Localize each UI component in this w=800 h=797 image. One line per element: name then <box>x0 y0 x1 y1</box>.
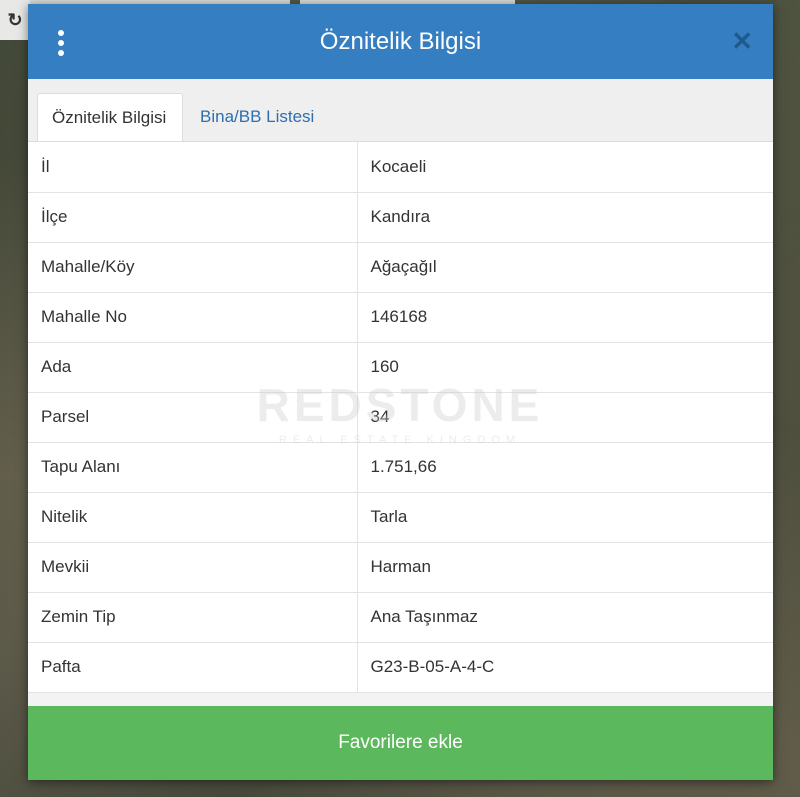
attribute-key: Mahalle/Köy <box>28 242 358 293</box>
attribute-value: Ağaçağıl <box>357 242 773 293</box>
attribute-table: İl Kocaeli İlçe Kandıra Mahalle/Köy Ağaçağıl M… <box>28 142 773 693</box>
attribute-key: İlçe <box>28 192 358 243</box>
tab-attribute-info[interactable]: Öznitelik Bilgisi <box>37 93 183 141</box>
attribute-key: Mevkii <box>28 542 358 593</box>
attribute-dialog: Öznitelik Bilgisi ✕ Öznitelik Bilgisi Bi… <box>28 4 773 780</box>
attribute-key: Zemin Tip <box>28 592 358 643</box>
attribute-value: 1.751,66 <box>357 442 773 493</box>
attribute-key: Pafta <box>28 642 358 693</box>
attribute-value: Kocaeli <box>357 142 773 193</box>
attribute-value: Tarla <box>357 492 773 543</box>
table-row: Parsel 34 <box>28 392 773 443</box>
table-row: İl Kocaeli <box>28 142 773 193</box>
table-row: Pafta G23-B-05-A-4-C <box>28 642 773 693</box>
tab-bar: Öznitelik Bilgisi Bina/BB Listesi <box>28 79 773 142</box>
dialog-header: Öznitelik Bilgisi ✕ <box>28 4 773 79</box>
table-row: Tapu Alanı 1.751,66 <box>28 442 773 493</box>
attribute-value: 34 <box>357 392 773 443</box>
table-row: Ada 160 <box>28 342 773 393</box>
attribute-key: Ada <box>28 342 358 393</box>
attribute-value: Harman <box>357 542 773 593</box>
attribute-key: Mahalle No <box>28 292 358 343</box>
attribute-value: 160 <box>357 342 773 393</box>
table-row: Mahalle No 146168 <box>28 292 773 343</box>
tab-building-list[interactable]: Bina/BB Listesi <box>186 93 328 141</box>
attribute-value: Kandıra <box>357 192 773 243</box>
kebab-menu-icon[interactable] <box>56 30 66 56</box>
table-row: Nitelik Tarla <box>28 492 773 543</box>
map-control-button[interactable]: ↻ <box>0 0 30 40</box>
attribute-value: Ana Taşınmaz <box>357 592 773 643</box>
table-row: Mevkii Harman <box>28 542 773 593</box>
attribute-key: İl <box>28 142 358 193</box>
table-row: Mahalle/Köy Ağaçağıl <box>28 242 773 293</box>
attribute-key: Nitelik <box>28 492 358 543</box>
attribute-key: Tapu Alanı <box>28 442 358 493</box>
attribute-value: G23-B-05-A-4-C <box>357 642 773 693</box>
table-row: Zemin Tip Ana Taşınmaz <box>28 592 773 643</box>
attribute-value: 146168 <box>357 292 773 343</box>
attribute-key: Parsel <box>28 392 358 443</box>
table-row: İlçe Kandıra <box>28 192 773 243</box>
add-to-favorites-button[interactable]: Favorilere ekle <box>28 706 773 780</box>
close-icon[interactable]: ✕ <box>731 28 753 54</box>
dialog-title: Öznitelik Bilgisi <box>319 27 482 55</box>
